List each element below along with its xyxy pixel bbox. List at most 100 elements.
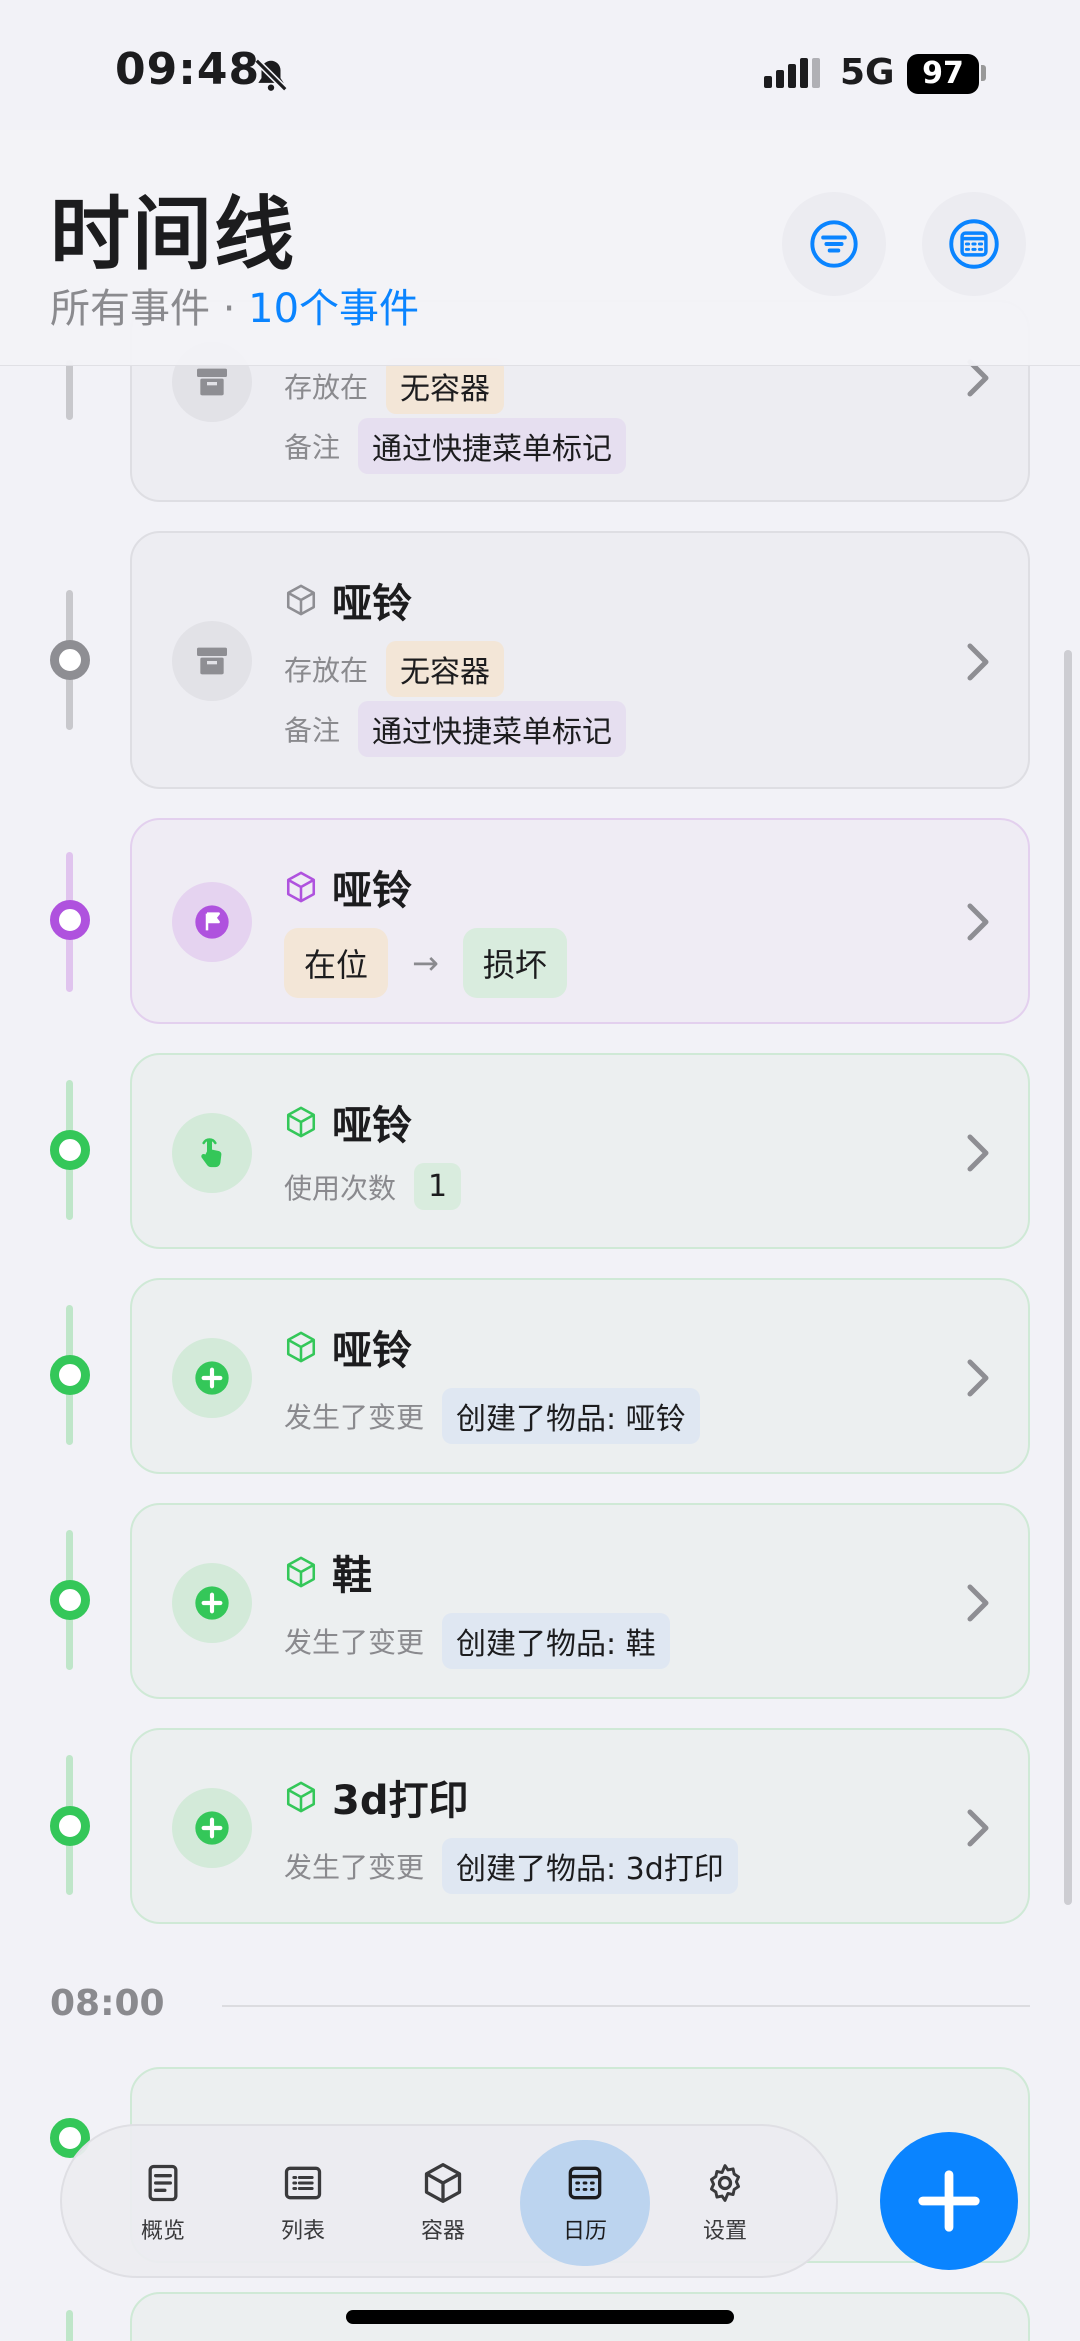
status-change-row: 在位 → 损坏: [284, 928, 567, 998]
overview-icon: [148, 2164, 178, 2202]
tab-label: 容器: [420, 2219, 465, 2244]
timeline-dot: [50, 1355, 90, 1395]
home-indicator[interactable]: [346, 2310, 734, 2324]
chevron-right-icon: [967, 1359, 989, 1397]
change-tag: 创建了物品: 鞋: [442, 1613, 670, 1669]
event-count: 10个事件: [248, 286, 420, 332]
chevron-right-icon: [967, 903, 989, 941]
list-icon: [284, 2166, 322, 2200]
detail-row: 备注 通过快捷菜单标记: [284, 701, 627, 757]
chevron-right-icon: [967, 643, 989, 681]
card-title-row: 哑铃: [284, 1093, 412, 1151]
add-event-button[interactable]: [880, 2132, 1018, 2270]
arrow-right-icon: →: [412, 944, 439, 982]
container-tag: 无容器: [386, 641, 505, 697]
event-card[interactable]: 哑铃 存放在 无容器 备注 通过快捷菜单标记: [130, 531, 1030, 789]
separator: ·: [222, 286, 236, 332]
detail-row: 存放在 无容器: [284, 358, 505, 414]
calendar-icon: [568, 2166, 602, 2200]
filter-label: 所有事件: [50, 286, 210, 332]
timeline-dot: [50, 640, 90, 680]
card-title-row: 鞋: [284, 1543, 372, 1601]
row-label: 发生了变更: [284, 1401, 425, 1434]
tab-bar: 概览 列表 容器 日历 设置: [60, 2124, 838, 2278]
calendar-button[interactable]: [922, 192, 1026, 296]
cube-icon: [286, 1106, 316, 1138]
chevron-right-icon: [967, 1809, 989, 1847]
section-time-label: 08:00: [50, 1983, 165, 2024]
archive-icon: [172, 621, 252, 701]
cube-icon: [424, 2163, 462, 2203]
page-header: 时间线 所有事件 · 10个事件: [0, 130, 1080, 366]
item-title: 哑铃: [332, 868, 412, 914]
tab-overview[interactable]: 概览: [98, 2140, 228, 2266]
event-summary: 所有事件 · 10个事件: [50, 276, 419, 334]
tab-label: 概览: [140, 2219, 185, 2244]
tab-container[interactable]: 容器: [378, 2140, 508, 2266]
row-label: 备注: [284, 431, 341, 464]
timeline-dot: [50, 900, 90, 940]
row-label: 发生了变更: [284, 1851, 425, 1884]
filter-icon: [810, 220, 858, 268]
card-title-row: 哑铃: [284, 858, 412, 916]
cube-icon: [286, 1781, 316, 1813]
status-to-tag: 损坏: [462, 928, 567, 998]
detail-row: 发生了变更 创建了物品: 3d打印: [284, 1838, 738, 1894]
status-from-tag: 在位: [284, 928, 389, 998]
tab-label: 日历: [562, 2219, 607, 2244]
card-title-row: 3d打印: [284, 1768, 468, 1826]
chevron-right-icon: [967, 1134, 989, 1172]
cube-icon: [286, 584, 316, 616]
card-title-row: 哑铃: [284, 1318, 412, 1376]
detail-row: 备注 通过快捷菜单标记: [284, 418, 627, 474]
row-label: 备注: [284, 714, 341, 747]
event-card[interactable]: 鞋 发生了变更 创建了物品: 鞋: [130, 1503, 1030, 1699]
event-card[interactable]: 哑铃 在位 → 损坏: [130, 818, 1030, 1024]
note-tag: 通过快捷菜单标记: [358, 701, 627, 757]
hand-tap-icon: [172, 1113, 252, 1193]
usage-count-tag: 1: [414, 1163, 462, 1210]
tab-label: 设置: [702, 2219, 747, 2244]
change-tag: 创建了物品: 哑铃: [442, 1388, 700, 1444]
flag-icon: [172, 882, 252, 962]
timeline-dot: [50, 1130, 90, 1170]
timeline-line: [66, 2310, 73, 2341]
card-title-row: 哑铃: [284, 571, 412, 629]
scrollbar[interactable]: [1064, 650, 1072, 1905]
calendar-icon: [949, 219, 999, 269]
tab-settings[interactable]: 设置: [660, 2140, 790, 2266]
event-card[interactable]: 3d打印 发生了变更 创建了物品: 3d打印: [130, 1728, 1030, 1924]
detail-row: 存放在 无容器: [284, 641, 505, 697]
event-card[interactable]: 哑铃 使用次数 1: [130, 1053, 1030, 1249]
row-label: 发生了变更: [284, 1626, 425, 1659]
container-tag: 无容器: [386, 358, 505, 414]
plus-circle-icon: [172, 1563, 252, 1643]
gear-icon: [709, 2164, 741, 2202]
cube-icon: [286, 871, 316, 903]
filter-button[interactable]: [782, 192, 886, 296]
item-title: 3d打印: [332, 1778, 469, 1824]
item-title: 哑铃: [332, 1328, 412, 1374]
note-tag: 通过快捷菜单标记: [358, 418, 627, 474]
detail-row: 发生了变更 创建了物品: 鞋: [284, 1613, 670, 1669]
row-label: 存放在: [284, 654, 369, 687]
detail-row: 发生了变更 创建了物品: 哑铃: [284, 1388, 700, 1444]
tab-list[interactable]: 列表: [238, 2140, 368, 2266]
tab-label: 列表: [280, 2219, 325, 2244]
change-tag: 创建了物品: 3d打印: [442, 1838, 738, 1894]
item-title: 哑铃: [332, 1103, 412, 1149]
plus-icon: [918, 2170, 980, 2232]
plus-circle-icon: [172, 1338, 252, 1418]
timeline-dot: [50, 1580, 90, 1620]
chevron-right-icon: [967, 1584, 989, 1622]
cube-icon: [286, 1556, 316, 1588]
event-card[interactable]: 哑铃 发生了变更 创建了物品: 哑铃: [130, 1278, 1030, 1474]
row-label: 使用次数: [284, 1171, 397, 1205]
detail-row: 使用次数 1: [284, 1163, 462, 1210]
timeline-line: [66, 360, 73, 420]
item-title: 哑铃: [332, 581, 412, 627]
row-label: 存放在: [284, 371, 369, 404]
tab-calendar[interactable]: 日历: [520, 2140, 650, 2266]
cube-icon: [286, 1331, 316, 1363]
section-divider: [222, 2005, 1030, 2007]
